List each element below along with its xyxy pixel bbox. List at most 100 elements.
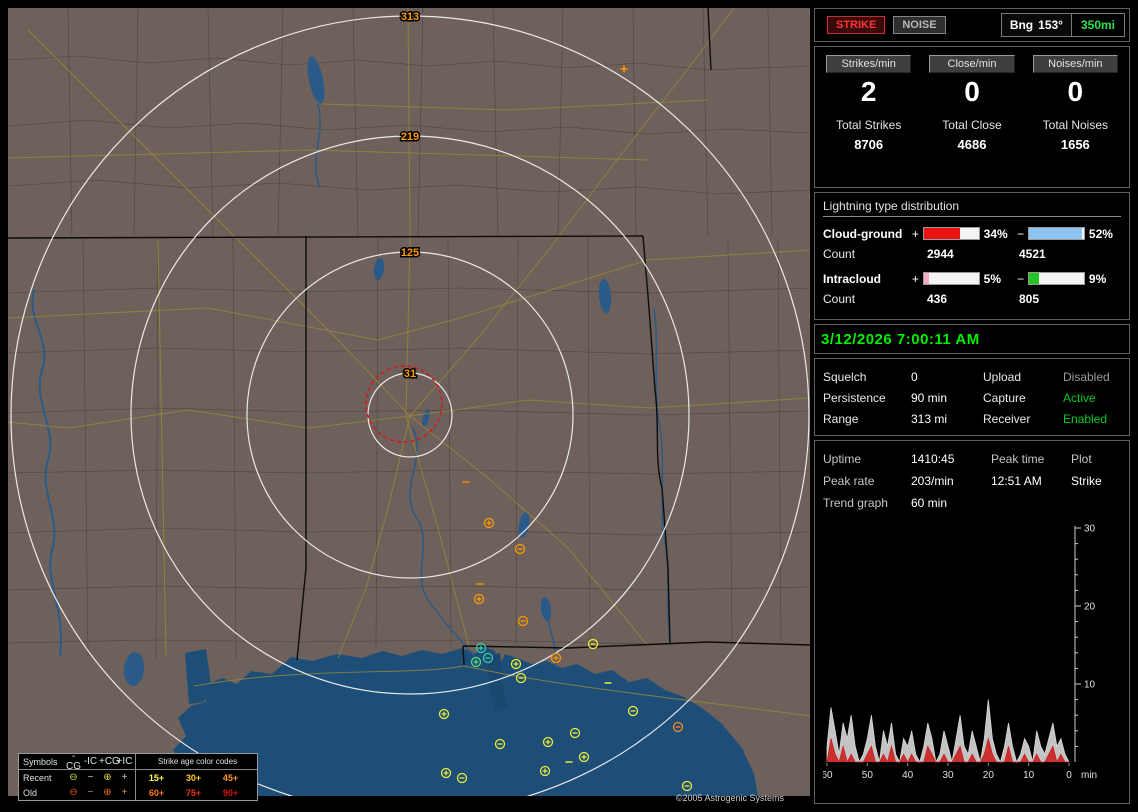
cg-neg-bar <box>1028 227 1084 240</box>
age-90: 90+ <box>212 788 249 798</box>
svg-text:10: 10 <box>1084 680 1096 691</box>
legend-divider <box>135 770 136 785</box>
old-pos-cg-icon: ⊕ <box>99 788 116 798</box>
old-pos-ic-icon: + <box>116 788 133 798</box>
uptime-label: Uptime <box>823 452 911 466</box>
trend-row: Trend graph 60 min <box>823 492 1121 514</box>
recent-neg-ic-icon: − <box>82 773 99 783</box>
uptime-value: 1410:45 <box>911 452 991 466</box>
svg-text:30: 30 <box>1084 524 1096 535</box>
strikes-per-min-value: 2 <box>817 77 920 107</box>
recent-pos-ic-icon: + <box>116 773 133 783</box>
total-strikes-value: 8706 <box>817 137 920 152</box>
svg-text:0: 0 <box>1066 770 1072 781</box>
age-60: 60+ <box>138 788 175 798</box>
map-panel[interactable]: 31321912531 Symbols -CG -IC +CG +IC Stri… <box>8 8 810 804</box>
legend-recent-label: Recent <box>19 773 65 783</box>
upload-label: Upload <box>983 370 1063 384</box>
peak-rate-value: 203/min <box>911 474 991 488</box>
minus-sign: − <box>1016 272 1026 286</box>
peak-time-label: Peak time <box>991 452 1071 466</box>
legend-old-row: Old ⊖ − ⊕ + 60+ 75+ 90+ <box>19 785 257 800</box>
age-45: 45+ <box>212 773 249 783</box>
svg-text:20: 20 <box>1084 602 1096 613</box>
cloud-ground-count-row: Count 2944 4521 <box>823 243 1121 264</box>
cloud-ground-label: Cloud-ground <box>823 227 911 241</box>
range-readout: 350mi <box>1071 14 1124 36</box>
svg-text:31: 31 <box>404 368 416 380</box>
ic-neg-count: 805 <box>1019 292 1039 306</box>
legend-col-neg-ic: -IC <box>82 757 99 767</box>
ic-neg-bar <box>1028 272 1084 285</box>
app-window: 31321912531 Symbols -CG -IC +CG +IC Stri… <box>0 0 1138 812</box>
datetime-display: 3/12/2026 7:00:11 AM <box>821 331 980 348</box>
svg-text:40: 40 <box>902 770 914 781</box>
legend-header-row: Symbols -CG -IC +CG +IC Strike age color… <box>19 754 257 770</box>
plus-sign: + <box>911 227 921 241</box>
strike-indicator-button[interactable]: STRIKE <box>827 16 885 34</box>
side-panel: STRIKE NOISE Bng 153° 350mi Strikes/min … <box>814 8 1130 804</box>
recent-neg-cg-icon: ⊖ <box>65 773 82 783</box>
legend-divider <box>135 785 136 800</box>
noises-per-min-value: 0 <box>1024 77 1127 107</box>
noises-per-min-button[interactable]: Noises/min <box>1033 55 1118 73</box>
copyright-text: ©2005 Astrogenic Systems <box>676 793 784 803</box>
map-legend: Symbols -CG -IC +CG +IC Strike age color… <box>18 753 258 801</box>
count-label: Count <box>823 292 927 306</box>
status-box: Uptime 1410:45 Peak time Plot Peak rate … <box>814 440 1130 804</box>
strikes-per-min-button[interactable]: Strikes/min <box>826 55 911 73</box>
legend-divider <box>135 754 136 769</box>
legend-col-pos-cg: +CG <box>99 757 116 767</box>
status-row: Uptime 1410:45 Peak time Plot <box>823 448 1121 470</box>
status-row: Peak rate 203/min 12:51 AM Strike <box>823 470 1121 492</box>
capture-label: Capture <box>983 391 1063 405</box>
upload-status: Disabled <box>1063 370 1121 384</box>
old-neg-cg-icon: ⊖ <box>65 788 82 798</box>
range-value: 313 mi <box>911 412 983 426</box>
persistence-label: Persistence <box>823 391 911 405</box>
close-per-min-button[interactable]: Close/min <box>929 55 1014 73</box>
ic-pos-bar <box>923 272 979 285</box>
lightning-map[interactable]: 31321912531 <box>8 8 810 796</box>
ic-neg-pct: 9% <box>1088 272 1121 286</box>
bearing-value: 153° <box>1038 18 1063 32</box>
settings-row: Range 313 mi Receiver Enabled <box>823 408 1121 429</box>
settings-row: Persistence 90 min Capture Active <box>823 387 1121 408</box>
squelch-label: Squelch <box>823 370 911 384</box>
bearing-range-box: Bng 153° 350mi <box>1001 13 1125 37</box>
minus-sign: − <box>1016 227 1026 241</box>
capture-status: Active <box>1063 391 1121 405</box>
old-neg-ic-icon: − <box>82 788 99 798</box>
ic-pos-count: 436 <box>927 292 1019 306</box>
legend-old-label: Old <box>19 788 65 798</box>
noise-indicator-button[interactable]: NOISE <box>893 16 945 34</box>
age-30: 30+ <box>175 773 212 783</box>
svg-text:10: 10 <box>1023 770 1035 781</box>
clock-box: 3/12/2026 7:00:11 AM <box>814 324 1130 354</box>
age-75: 75+ <box>175 788 212 798</box>
bearing-readout: Bng 153° <box>1002 14 1071 36</box>
plot-label: Plot <box>1071 452 1121 466</box>
plot-value: Strike <box>1071 474 1121 488</box>
intracloud-count-row: Count 436 805 <box>823 288 1121 309</box>
close-column: Close/min 0 Total Close 4686 <box>920 55 1023 152</box>
age-15: 15+ <box>138 773 175 783</box>
cg-neg-bar-fill <box>1029 228 1082 239</box>
legend-symbols-header: Symbols <box>19 757 65 767</box>
count-label: Count <box>823 247 927 261</box>
ic-pos-bar-fill <box>924 273 929 284</box>
settings-box: Squelch 0 Upload Disabled Persistence 90… <box>814 358 1130 436</box>
cg-pos-bar <box>923 227 979 240</box>
legend-age-header: Strike age color codes <box>138 757 257 766</box>
svg-text:60: 60 <box>823 770 833 781</box>
persistence-value: 90 min <box>911 391 983 405</box>
svg-text:219: 219 <box>401 131 419 143</box>
total-strikes-label: Total Strikes <box>817 118 920 132</box>
peak-time-value: 12:51 AM <box>991 474 1071 488</box>
cloud-ground-row: Cloud-ground + 34% − 52% <box>823 224 1121 243</box>
trend-graph-label: Trend graph <box>823 496 911 510</box>
peak-rate-label: Peak rate <box>823 474 911 488</box>
svg-text:125: 125 <box>401 247 419 259</box>
receiver-status: Enabled <box>1063 412 1121 426</box>
noises-column: Noises/min 0 Total Noises 1656 <box>1024 55 1127 152</box>
